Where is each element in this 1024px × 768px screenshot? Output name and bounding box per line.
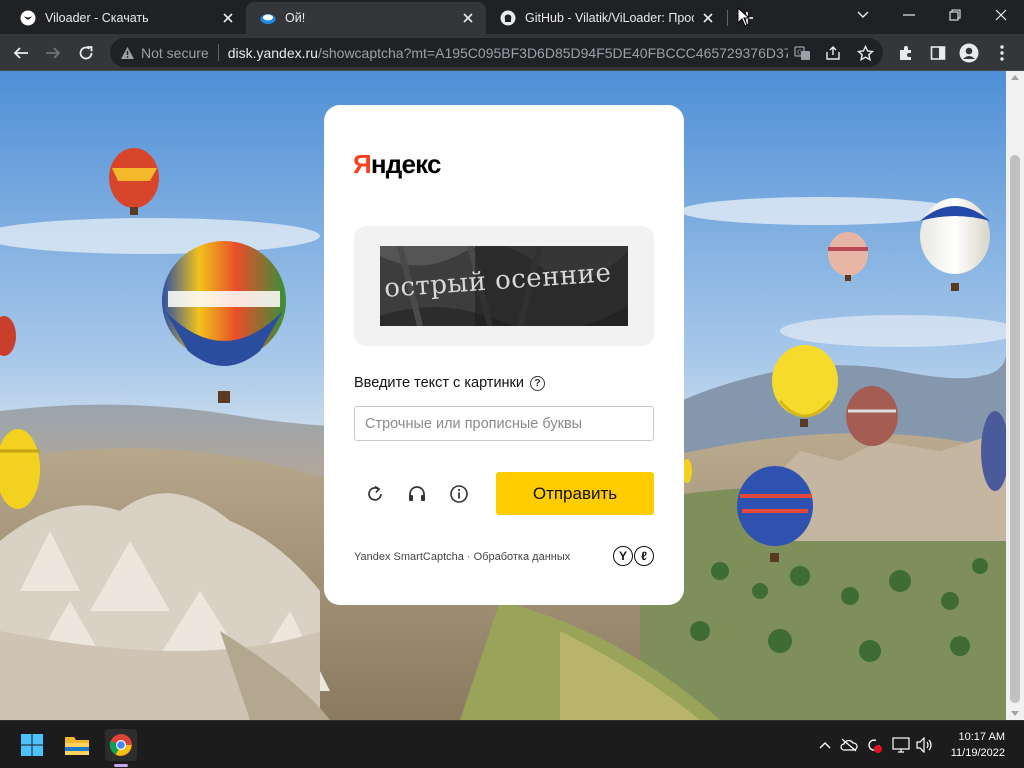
menu-dots-icon[interactable] xyxy=(988,39,1016,67)
forward-arrow-icon[interactable] xyxy=(39,39,67,67)
side-panel-icon[interactable] xyxy=(924,39,952,67)
scroll-down-arrow-icon[interactable] xyxy=(1011,711,1019,716)
address-bar[interactable]: Not secure disk.yandex.ru/showcaptcha?mt… xyxy=(110,38,883,67)
page-viewport: Яндекс острый осенние Введите текст с ка… xyxy=(0,71,1006,720)
tab-oops[interactable]: Ой! xyxy=(246,2,486,34)
volume-icon[interactable] xyxy=(915,735,935,755)
github-favicon xyxy=(500,10,516,26)
chrome-active-indicator xyxy=(114,764,128,767)
captcha-footer[interactable]: Yandex SmartCaptcha · Обработка данных xyxy=(354,551,570,563)
extensions-icon[interactable] xyxy=(892,39,920,67)
close-icon[interactable] xyxy=(978,0,1024,30)
bookmark-star-icon[interactable] xyxy=(855,43,875,63)
tab-title: Viloader - Скачать xyxy=(45,11,149,25)
captcha-image: острый осенние xyxy=(380,246,628,326)
question-circle-icon[interactable]: ? xyxy=(530,375,545,391)
omnibox-divider xyxy=(217,44,219,61)
refresh-icon[interactable] xyxy=(362,481,388,507)
url-host: disk.yandex.ru xyxy=(227,44,318,61)
yandex-y-icon: Y xyxy=(613,546,633,566)
captcha-prompt: Введите текст с картинки ? xyxy=(354,375,545,391)
scrollbar-thumb[interactable] xyxy=(1010,155,1020,703)
cloud-offline-icon[interactable] xyxy=(839,735,859,755)
headphones-icon[interactable] xyxy=(404,481,430,507)
minimize-icon[interactable] xyxy=(886,0,932,30)
prompt-label: Введите текст с картинки xyxy=(354,375,524,391)
file-explorer-icon[interactable] xyxy=(61,729,93,761)
display-icon[interactable] xyxy=(891,735,911,755)
captcha-image-frame: острый осенние xyxy=(354,226,654,346)
tab-search-icon[interactable] xyxy=(840,0,886,30)
tab-strip: Viloader - Скачать Ой! GitHub - Vilatik/… xyxy=(0,0,1024,34)
url-path: /showcaptcha?mt=A195C095BF3D6D85D94F5DE4… xyxy=(317,44,788,61)
tab-close-icon[interactable] xyxy=(220,10,236,26)
yandex-logo: Яндекс xyxy=(353,149,442,180)
scroll-up-arrow-icon[interactable] xyxy=(1011,75,1019,80)
warning-triangle-icon[interactable] xyxy=(118,44,136,62)
translate-icon[interactable]: G xyxy=(792,43,812,63)
captcha-answer-input[interactable] xyxy=(354,406,654,441)
security-label[interactable]: Not secure xyxy=(141,45,209,61)
share-icon[interactable] xyxy=(823,43,843,63)
back-arrow-icon[interactable] xyxy=(7,39,35,67)
chrome-icon[interactable] xyxy=(105,729,137,761)
tab-title: Ой! xyxy=(285,11,306,25)
windows-start-icon[interactable] xyxy=(16,729,48,761)
page-scrollbar[interactable] xyxy=(1006,71,1024,720)
submit-button[interactable]: Отправить xyxy=(496,472,654,515)
smartcaptcha-l-icon: ℓ xyxy=(634,546,654,566)
system-clock[interactable]: 10:17 AM 11/19/2022 xyxy=(951,729,1005,761)
restore-icon[interactable] xyxy=(932,0,978,30)
browser-toolbar: Not secure disk.yandex.ru/showcaptcha?mt… xyxy=(0,34,1024,71)
smartcaptcha-logo: Y ℓ xyxy=(613,546,654,566)
mouse-cursor-icon xyxy=(737,6,751,32)
captcha-card: Яндекс острый осенние Введите текст с ка… xyxy=(324,105,684,605)
logo-first-letter: Я xyxy=(353,149,372,179)
tab-separator xyxy=(727,10,728,26)
info-icon[interactable] xyxy=(446,481,472,507)
tab-close-icon[interactable] xyxy=(460,10,476,26)
chevron-up-icon[interactable] xyxy=(815,735,835,755)
windows-taskbar: 10:17 AM 11/19/2022 xyxy=(0,720,1024,768)
logo-rest: ндекс xyxy=(370,149,442,179)
clock-date: 11/19/2022 xyxy=(950,747,1005,759)
sync-alert-icon[interactable] xyxy=(864,735,884,755)
clock-time: 10:17 AM xyxy=(958,731,1005,743)
tab-close-icon[interactable] xyxy=(700,10,716,26)
tab-title: GitHub - Vilatik/ViLoader: Прост xyxy=(525,11,694,25)
viloader-favicon xyxy=(20,10,36,26)
yandex-disk-favicon xyxy=(260,10,276,26)
svg-text:G: G xyxy=(797,48,802,56)
url-text[interactable]: disk.yandex.ru/showcaptcha?mt=A195C095BF… xyxy=(228,45,788,61)
tab-github[interactable]: GitHub - Vilatik/ViLoader: Прост xyxy=(486,2,726,34)
tab-viloader[interactable]: Viloader - Скачать xyxy=(6,2,246,34)
profile-icon[interactable] xyxy=(955,39,983,67)
reload-icon[interactable] xyxy=(72,39,100,67)
